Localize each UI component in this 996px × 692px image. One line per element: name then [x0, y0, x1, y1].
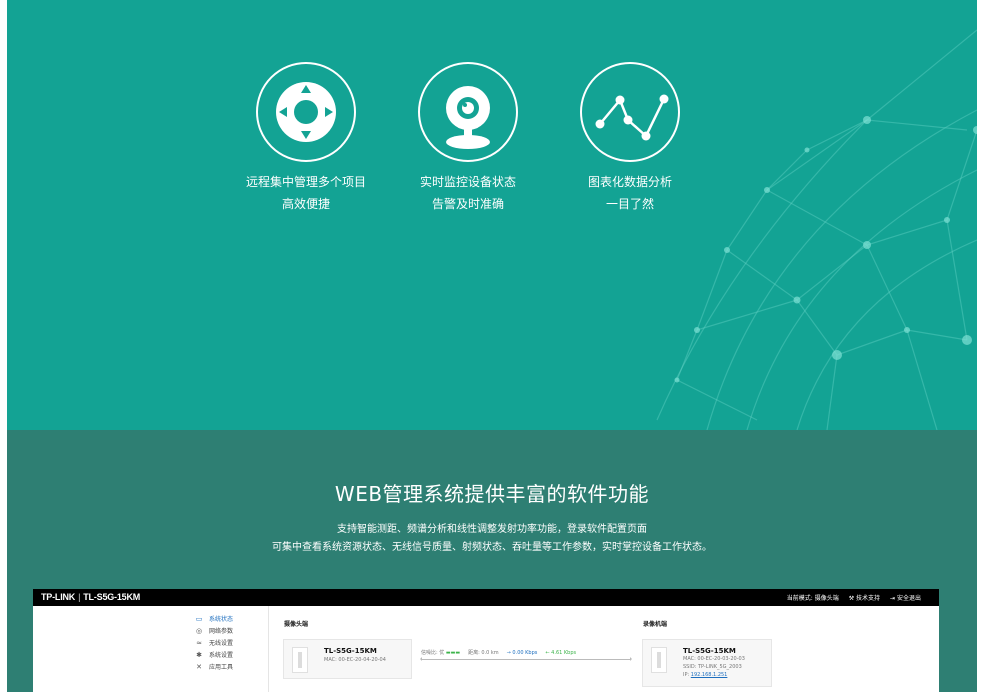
feature-title: 图表化数据分析: [587, 175, 672, 189]
logout-icon: ⇥: [890, 595, 897, 602]
gear-icon: ✱: [196, 650, 202, 659]
app-header: TP-LINK | TL-S5G-15KM 当前模式: 摄像头端 ⚒ 技术支持 ⇥ …: [33, 589, 939, 606]
feature-subtitle: 告警及时准确: [431, 197, 504, 211]
camera-device-card: TL-S5G-15KM MAC: 00-EC-20-04-20-04: [283, 639, 412, 679]
support-link[interactable]: ⚒ 技术支持: [849, 593, 880, 602]
section-description-line1: 支持智能测距、频谱分析和线性调整发射功率功能，登录软件配置页面: [337, 524, 647, 535]
mode-indicator: 当前模式: 摄像头端: [786, 595, 839, 602]
wifi-icon: ≈: [196, 638, 202, 647]
feature-title: 远程集中管理多个项目: [245, 175, 366, 189]
support-link-label: 技术支持: [856, 595, 881, 602]
feature-data-analysis: 图表化数据分析 一目了然: [550, 62, 710, 213]
device-name: TL-S5G-15KM: [683, 647, 736, 655]
device-ip-label: IP:: [683, 672, 690, 678]
webcam-icon: [418, 62, 518, 162]
feature-monitoring: 实时监控设备状态 告警及时准确: [388, 62, 548, 213]
feature-banner: 远程集中管理多个项目 高效便捷 实时监控设备状态 告警及时准确 图表化数据分析 …: [7, 0, 977, 430]
sidebar-item-label: 系统设置: [209, 652, 234, 659]
device-mac: MAC: 00-EC-20-04-20-04: [324, 657, 386, 663]
sidebar-item-label: 系统状态: [209, 616, 234, 623]
header-links: 当前模式: 摄像头端 ⚒ 技术支持 ⇥ 安全退出: [787, 593, 921, 602]
sidebar-item-label: 网络参数: [209, 628, 234, 635]
logout-link-label: 安全退出: [896, 595, 921, 602]
brand-name: TP-LINK: [41, 592, 76, 602]
sidebar-item-system[interactable]: ✱ 系统设置: [195, 650, 234, 660]
feature-title: 实时监控设备状态: [419, 175, 516, 189]
sidebar-item-wireless[interactable]: ≈ 无线设置: [195, 638, 234, 648]
signal-bars-icon: ▬▬▬: [445, 650, 461, 656]
app-logo: TP-LINK | TL-S5G-15KM: [41, 592, 140, 602]
link-arrow: [420, 657, 632, 661]
recorder-side-title: 录像机端: [643, 621, 668, 628]
recorder-device-card: TL-S5G-15KM MAC: 00-EC-20-03-20-03 SSID:…: [642, 639, 772, 687]
sidebar-item-label: 无线设置: [209, 640, 234, 647]
tools-icon: ✕: [196, 662, 202, 671]
logout-link[interactable]: ⇥ 安全退出: [890, 593, 921, 602]
sidebar-item-status[interactable]: ▭ 系统状态: [195, 614, 234, 624]
camera-side-title: 摄像头端: [284, 621, 309, 628]
globe-icon: ◎: [195, 626, 203, 635]
section-headline: WEB管理系统提供丰富的软件功能: [334, 482, 650, 506]
sidebar-item-network[interactable]: ◎ 网络参数: [195, 626, 234, 636]
sidebar: ▭ 系统状态 ◎ 网络参数 ≈ 无线设置 ✱ 系统设置 ✕ 应用工具: [33, 606, 269, 692]
status-icon: ▭: [195, 614, 203, 623]
rx-rate: ← 4.61 Kbps: [545, 649, 577, 656]
sidebar-item-tools[interactable]: ✕ 应用工具: [195, 662, 234, 672]
brand-separator: |: [78, 592, 81, 602]
sidebar-item-label: 应用工具: [209, 664, 234, 671]
signal-quality: 信噪比: 优 ▬▬▬: [421, 649, 460, 656]
device-ip: IP: 192.168.1.251: [683, 672, 727, 678]
web-management-preview: TP-LINK | TL-S5G-15KM 当前模式: 摄像头端 ⚒ 技术支持 ⇥ …: [33, 589, 939, 692]
link-status: 信噪比: 优 ▬▬▬ 距离: 0.0 km → 0.00 Kbps ← 4.61…: [420, 649, 632, 661]
device-mac: MAC: 00-EC-20-03-20-03: [683, 656, 745, 662]
tx-rate: → 0.00 Kbps: [506, 649, 538, 656]
model-name: TL-S5G-15KM: [83, 592, 141, 602]
signal-quality-label: 信噪比: 优: [421, 650, 445, 656]
link-distance: 距离: 0.0 km: [468, 650, 499, 656]
bridge-device-icon: [651, 647, 667, 673]
remote-control-icon: [256, 62, 356, 162]
device-name: TL-S5G-15KM: [324, 647, 377, 655]
feature-subtitle: 高效便捷: [281, 197, 330, 211]
feature-subtitle: 一目了然: [605, 197, 654, 211]
section-description-line2: 可集中查看系统资源状态、无线信号质量、射频状态、吞吐量等工作参数，实时掌控设备工…: [272, 542, 712, 553]
feature-remote-management: 远程集中管理多个项目 高效便捷: [226, 62, 386, 213]
device-ip-link[interactable]: 192.168.1.251: [691, 672, 728, 678]
bridge-device-icon: [292, 647, 308, 673]
device-ssid: SSID: TP-LINK_5G_2003: [683, 664, 742, 670]
wrench-icon: ⚒: [848, 595, 857, 602]
line-chart-icon: [580, 62, 680, 162]
